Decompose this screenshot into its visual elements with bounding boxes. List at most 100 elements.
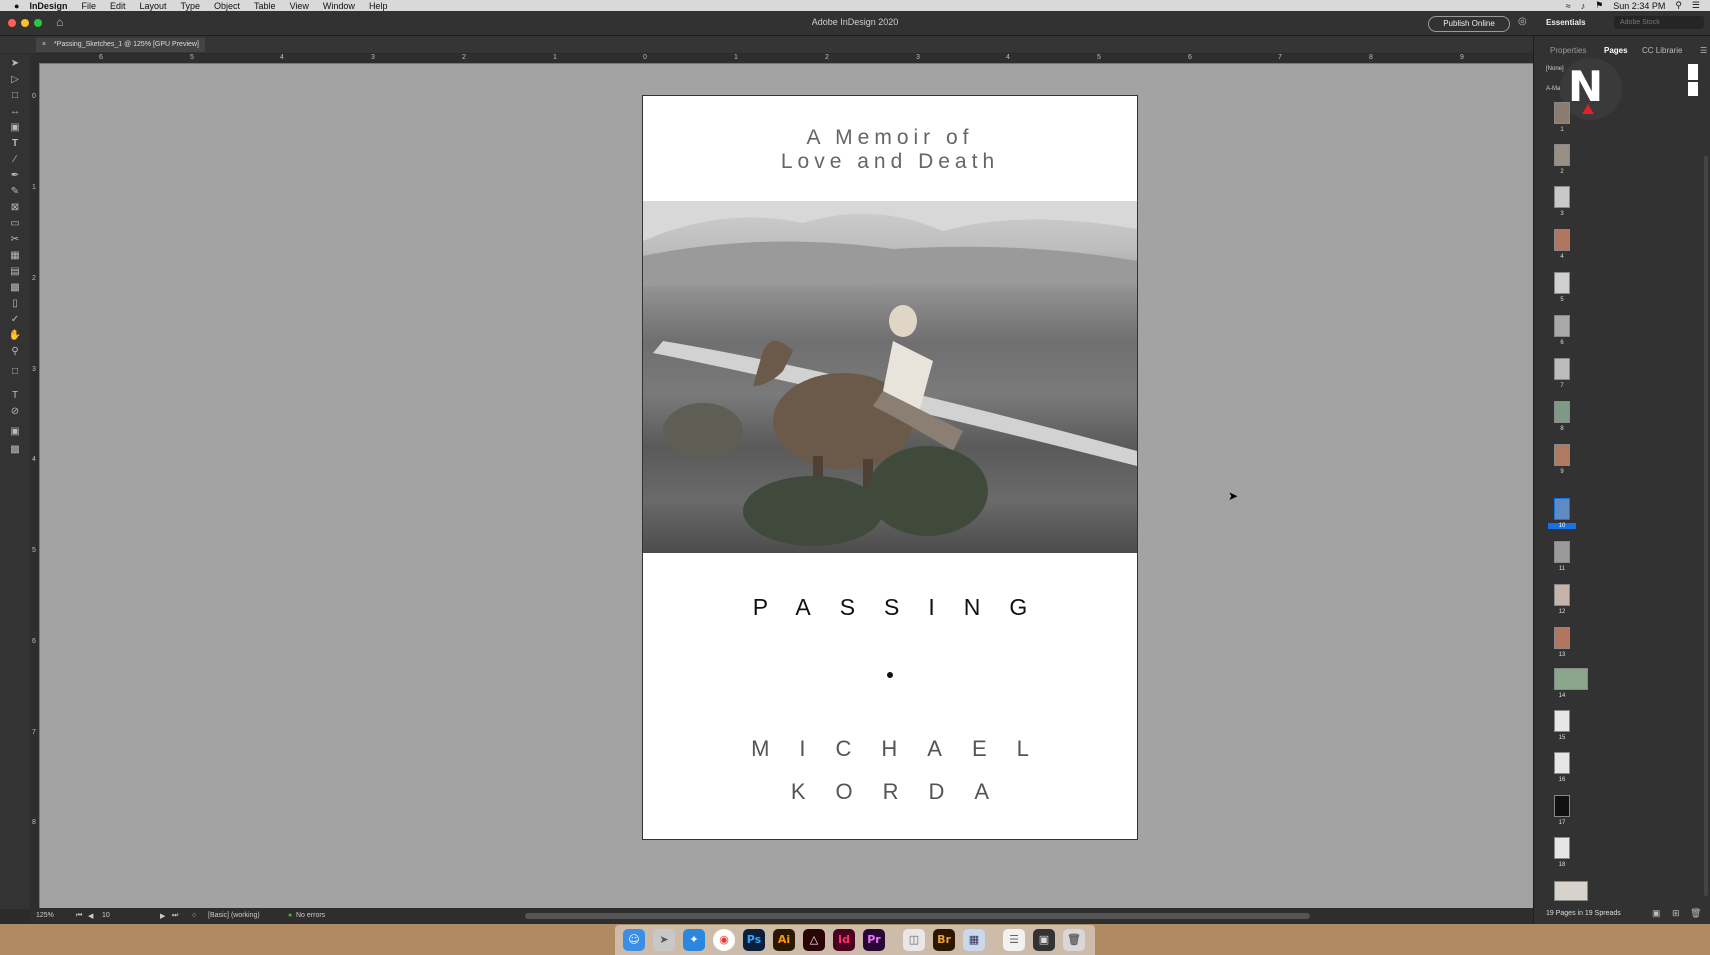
next-page-icon[interactable]: ▶ <box>160 912 165 920</box>
page-thumbnail[interactable] <box>1554 272 1570 294</box>
page-thumbnail[interactable] <box>1554 358 1570 380</box>
master-none-item[interactable]: [None] <box>1546 66 1564 72</box>
page-thumbnail[interactable] <box>1554 144 1570 166</box>
page-thumbnail[interactable] <box>1554 444 1570 466</box>
free-transform-tool-icon[interactable]: ▦ <box>8 250 22 262</box>
page-thumbnail[interactable] <box>1554 541 1570 563</box>
menu-window[interactable]: Window <box>323 1 355 11</box>
photoshop-icon[interactable]: Ps <box>743 929 765 951</box>
new-page-icon[interactable]: ⊞ <box>1672 908 1680 919</box>
content-collector-tool-icon[interactable]: ▣ <box>8 122 22 134</box>
spotlight-search-icon[interactable]: ⚲ <box>1675 0 1682 11</box>
direct-selection-tool-icon[interactable]: ▷ <box>8 74 22 86</box>
line-tool-icon[interactable]: ∕ <box>8 154 22 166</box>
delete-page-icon[interactable]: 🗑 <box>1690 908 1701 919</box>
edit-page-size-icon[interactable]: ▣ <box>1652 908 1661 919</box>
wifi-icon[interactable]: ≈ <box>1566 1 1571 11</box>
master-page-thumbnail[interactable] <box>1688 64 1698 80</box>
image-capture-icon[interactable]: ▦ <box>963 929 985 951</box>
page-thumbnail[interactable] <box>1554 881 1588 901</box>
scissors-tool-icon[interactable]: ✂ <box>8 234 22 246</box>
cover-subtitle-line-2[interactable]: Love and Death <box>643 150 1137 174</box>
page-thumbnail[interactable] <box>1554 627 1570 649</box>
page-thumbnail[interactable] <box>1554 837 1570 859</box>
menu-table[interactable]: Table <box>254 1 276 11</box>
page-thumbnail-selected[interactable] <box>1554 498 1570 520</box>
fill-stroke-swatch-icon[interactable]: □ <box>8 366 22 378</box>
screen-mode-icon[interactable]: ▣ <box>8 426 22 438</box>
trash-icon[interactable]: 🗑 <box>1063 929 1085 951</box>
type-tool-icon[interactable]: T <box>8 138 22 150</box>
pencil-tool-icon[interactable]: ✎ <box>8 186 22 198</box>
notes-icon[interactable]: ☰ <box>1003 929 1025 951</box>
menu-app-name[interactable]: InDesign <box>29 1 67 11</box>
page-thumbnail[interactable] <box>1554 102 1570 124</box>
first-page-icon[interactable]: ⏮ <box>76 912 82 920</box>
menubar-clock[interactable]: Sun 2:34 PM <box>1613 1 1665 11</box>
menu-help[interactable]: Help <box>369 1 388 11</box>
hand-tool-icon[interactable]: ✋ <box>8 330 22 342</box>
cover-title[interactable]: PASSING <box>643 594 1137 621</box>
panel-menu-icon[interactable]: ☰ <box>1700 46 1707 55</box>
gradient-swatch-tool-icon[interactable]: ▤ <box>8 266 22 278</box>
page-number-field[interactable]: 10 <box>102 912 110 919</box>
page-thumbnail[interactable] <box>1554 668 1588 690</box>
menu-type[interactable]: Type <box>181 1 201 11</box>
rectangle-tool-icon[interactable]: ▭ <box>8 218 22 230</box>
indesign-icon[interactable]: Id <box>833 929 855 951</box>
lightbulb-icon[interactable]: ◎ <box>1518 16 1527 27</box>
screenshot-icon[interactable]: ▣ <box>1033 929 1055 951</box>
preflight-status[interactable]: No errors <box>296 912 325 919</box>
menu-layout[interactable]: Layout <box>139 1 166 11</box>
cover-author-last-name[interactable]: KORDA <box>643 779 1137 805</box>
apple-menu-icon[interactable]: ● <box>14 1 19 11</box>
master-page-thumbnail[interactable] <box>1688 82 1698 96</box>
document-tab[interactable]: × *Passing_Sketches_1 @ 125% [GPU Previe… <box>36 38 205 52</box>
vertical-ruler[interactable]: 0 1 2 3 4 5 6 7 8 <box>30 63 40 908</box>
document-page[interactable]: A Memoir of Love and Death PASSING MICHA… <box>642 95 1138 840</box>
rectangle-frame-tool-icon[interactable]: ⊠ <box>8 202 22 214</box>
publish-online-button[interactable]: Publish Online <box>1428 16 1510 32</box>
illustrator-icon[interactable]: Ai <box>773 929 795 951</box>
tab-cc-libraries[interactable]: CC Librarie <box>1642 46 1682 55</box>
gap-tool-icon[interactable]: ↔ <box>8 106 22 118</box>
flag-icon[interactable]: ⚑ <box>1595 0 1603 11</box>
menu-object[interactable]: Object <box>214 1 240 11</box>
eyedropper-tool-icon[interactable]: ✓ <box>8 314 22 326</box>
safari-icon[interactable]: ✦ <box>683 929 705 951</box>
bridge-icon[interactable]: Br <box>933 929 955 951</box>
page-thumbnail[interactable] <box>1554 401 1570 423</box>
menu-file[interactable]: File <box>81 1 96 11</box>
page-thumbnail[interactable] <box>1554 315 1570 337</box>
page-thumbnail[interactable] <box>1554 229 1570 251</box>
last-page-icon[interactable]: ⏭ <box>172 912 178 920</box>
adobe-stock-search-input[interactable]: Adobe Stock <box>1614 16 1704 29</box>
open-page-icon[interactable]: ○ <box>192 912 196 919</box>
preflight-profile[interactable]: [Basic] (working) <box>208 912 260 919</box>
chrome-icon[interactable]: ◉ <box>713 929 735 951</box>
horizontal-ruler[interactable]: 6 5 4 3 2 1 0 1 2 3 4 5 6 7 8 9 <box>30 54 1533 64</box>
selection-tool-icon[interactable]: ➤ <box>8 58 22 70</box>
pages-panel-scrollbar[interactable] <box>1704 156 1708 896</box>
tab-pages[interactable]: Pages <box>1604 46 1628 55</box>
cover-author-first-name[interactable]: MICHAEL <box>643 736 1137 762</box>
page-thumbnail[interactable] <box>1554 186 1570 208</box>
tab-properties[interactable]: Properties <box>1550 46 1586 55</box>
apply-none-icon[interactable]: ⊘ <box>8 406 22 418</box>
view-mode-icon[interactable]: ▩ <box>8 444 22 456</box>
pen-tool-icon[interactable]: ✒ <box>8 170 22 182</box>
volume-icon[interactable]: ♪ <box>1581 1 1586 11</box>
formatting-container-icon[interactable]: T <box>8 390 22 402</box>
page-thumbnail[interactable] <box>1554 584 1570 606</box>
page-thumbnail[interactable] <box>1554 710 1570 732</box>
cover-photo-horse-rider[interactable] <box>643 201 1137 553</box>
notification-center-icon[interactable]: ☰ <box>1692 0 1700 11</box>
menu-edit[interactable]: Edit <box>110 1 126 11</box>
acrobat-icon[interactable]: △ <box>803 929 825 951</box>
cover-subtitle-line-1[interactable]: A Memoir of <box>643 126 1137 150</box>
pasteboard[interactable]: A Memoir of Love and Death PASSING MICHA… <box>40 64 1533 908</box>
menu-view[interactable]: View <box>290 1 309 11</box>
gradient-feather-tool-icon[interactable]: ▩ <box>8 282 22 294</box>
zoom-tool-icon[interactable]: ⚲ <box>8 346 22 358</box>
note-tool-icon[interactable]: ▯ <box>8 298 22 310</box>
